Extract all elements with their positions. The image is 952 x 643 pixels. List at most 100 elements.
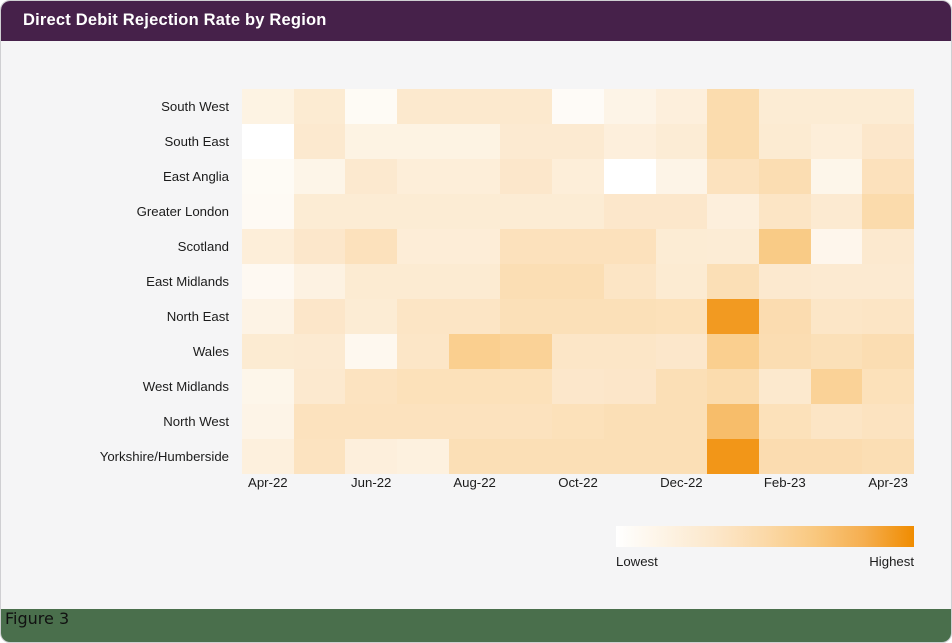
heatmap-cell (345, 299, 398, 334)
x-axis-tick-label: Apr-23 (868, 475, 908, 490)
heatmap-cell (810, 334, 863, 369)
heatmap-cell (448, 124, 501, 159)
heatmap-cell (603, 159, 656, 194)
heatmap-cell (448, 299, 501, 334)
heatmap-cell (552, 404, 604, 439)
heatmap-cell (552, 439, 604, 474)
heatmap-cell (758, 89, 811, 124)
x-axis-tick-label: Dec-22 (660, 475, 703, 490)
heatmap-cell (293, 229, 346, 264)
heatmap-cell (862, 264, 914, 299)
heatmap-cell (603, 264, 656, 299)
heatmap-cell (810, 299, 863, 334)
heatmap-cell (862, 369, 914, 404)
heatmap-cell (397, 229, 449, 264)
footer-band (1, 609, 951, 642)
heatmap-cell (242, 124, 294, 159)
heatmap-cell (448, 264, 501, 299)
color-legend: Lowest Highest (616, 526, 914, 588)
heatmap-cell (242, 229, 294, 264)
heatmap-cell (862, 124, 914, 159)
y-axis-label: East Midlands (146, 274, 229, 289)
heatmap-cell (810, 229, 863, 264)
x-axis-labels: Apr-22 Jun-22 Aug-22 Oct-22 Dec-22 Feb-23 Apr-… (242, 475, 914, 501)
heatmap-cell (758, 334, 811, 369)
heatmap-cell (707, 159, 759, 194)
heatmap-cell (448, 334, 501, 369)
heatmap-cell (345, 439, 398, 474)
heatmap-cell (862, 159, 914, 194)
heatmap-cell (707, 229, 759, 264)
heatmap-cell (758, 194, 811, 229)
heatmap-cell (397, 404, 449, 439)
heatmap-cell (810, 194, 863, 229)
heatmap-cell (552, 229, 604, 264)
heatmap-cell (552, 159, 604, 194)
x-axis-tick-label: Feb-23 (763, 475, 806, 490)
heatmap-cell (397, 334, 449, 369)
heatmap-cell (862, 404, 914, 439)
heatmap-cell (242, 334, 294, 369)
x-axis-tick-label: Jun-22 (351, 475, 392, 490)
heatmap-cell (293, 159, 346, 194)
heatmap-cell (707, 89, 759, 124)
heatmap-cell (397, 439, 449, 474)
heatmap-cell (552, 89, 604, 124)
y-axis-label: West Midlands (142, 379, 229, 394)
heatmap-cell (345, 404, 398, 439)
heatmap-cell (655, 264, 708, 299)
heatmap-cell (242, 404, 294, 439)
heatmap-cell (603, 194, 656, 229)
heatmap-cell (397, 299, 449, 334)
heatmap-cell (397, 159, 449, 194)
heatmap-cell (603, 369, 656, 404)
heatmap-cell (345, 369, 398, 404)
heatmap-cell (293, 124, 346, 159)
heatmap-cell (500, 89, 553, 124)
heatmap-cell (293, 264, 346, 299)
y-axis-label: East Anglia (163, 169, 229, 184)
heatmap-cell (603, 229, 656, 264)
y-axis-label: North West (163, 414, 229, 429)
heatmap-cell (397, 264, 449, 299)
heatmap-cell (345, 334, 398, 369)
heatmap-cell (500, 299, 553, 334)
heatmap-cell (397, 369, 449, 404)
x-axis-tick-label: Oct-22 (558, 475, 598, 490)
heatmap-cell (552, 334, 604, 369)
heatmap-cell (448, 89, 501, 124)
heatmap-cell (448, 404, 501, 439)
figure-caption: Figure 3 (5, 609, 70, 628)
heatmap-cell (242, 89, 294, 124)
heatmap-cell (448, 229, 501, 264)
heatmap-cell (758, 124, 811, 159)
heatmap-cell (862, 194, 914, 229)
heatmap-cell (345, 229, 398, 264)
heatmap-cell (655, 299, 708, 334)
heatmap-cell (655, 404, 708, 439)
heatmap-cell (293, 194, 346, 229)
heatmap-cell (862, 439, 914, 474)
figure-container: Direct Debit Rejection Rate by Region So… (0, 0, 952, 643)
heatmap-cell (448, 369, 501, 404)
heatmap-cell (552, 299, 604, 334)
heatmap-cell (810, 159, 863, 194)
heatmap-cell (500, 439, 553, 474)
heatmap-cell (293, 299, 346, 334)
heatmap-cell (758, 404, 811, 439)
heatmap-cell (758, 439, 811, 474)
legend-high-label: Highest (869, 554, 914, 569)
heatmap-cell (810, 439, 863, 474)
heatmap-cell (345, 159, 398, 194)
heatmap-cell (707, 299, 759, 334)
page-title: Direct Debit Rejection Rate by Region (23, 11, 327, 29)
heatmap-cell (345, 124, 398, 159)
heatmap-cell (707, 369, 759, 404)
heatmap-cell (810, 89, 863, 124)
heatmap-cell (862, 334, 914, 369)
heatmap-cell (397, 124, 449, 159)
heatmap-cell (603, 124, 656, 159)
heatmap-cell (242, 369, 294, 404)
heatmap-cell (655, 369, 708, 404)
legend-low-label: Lowest (616, 554, 658, 569)
